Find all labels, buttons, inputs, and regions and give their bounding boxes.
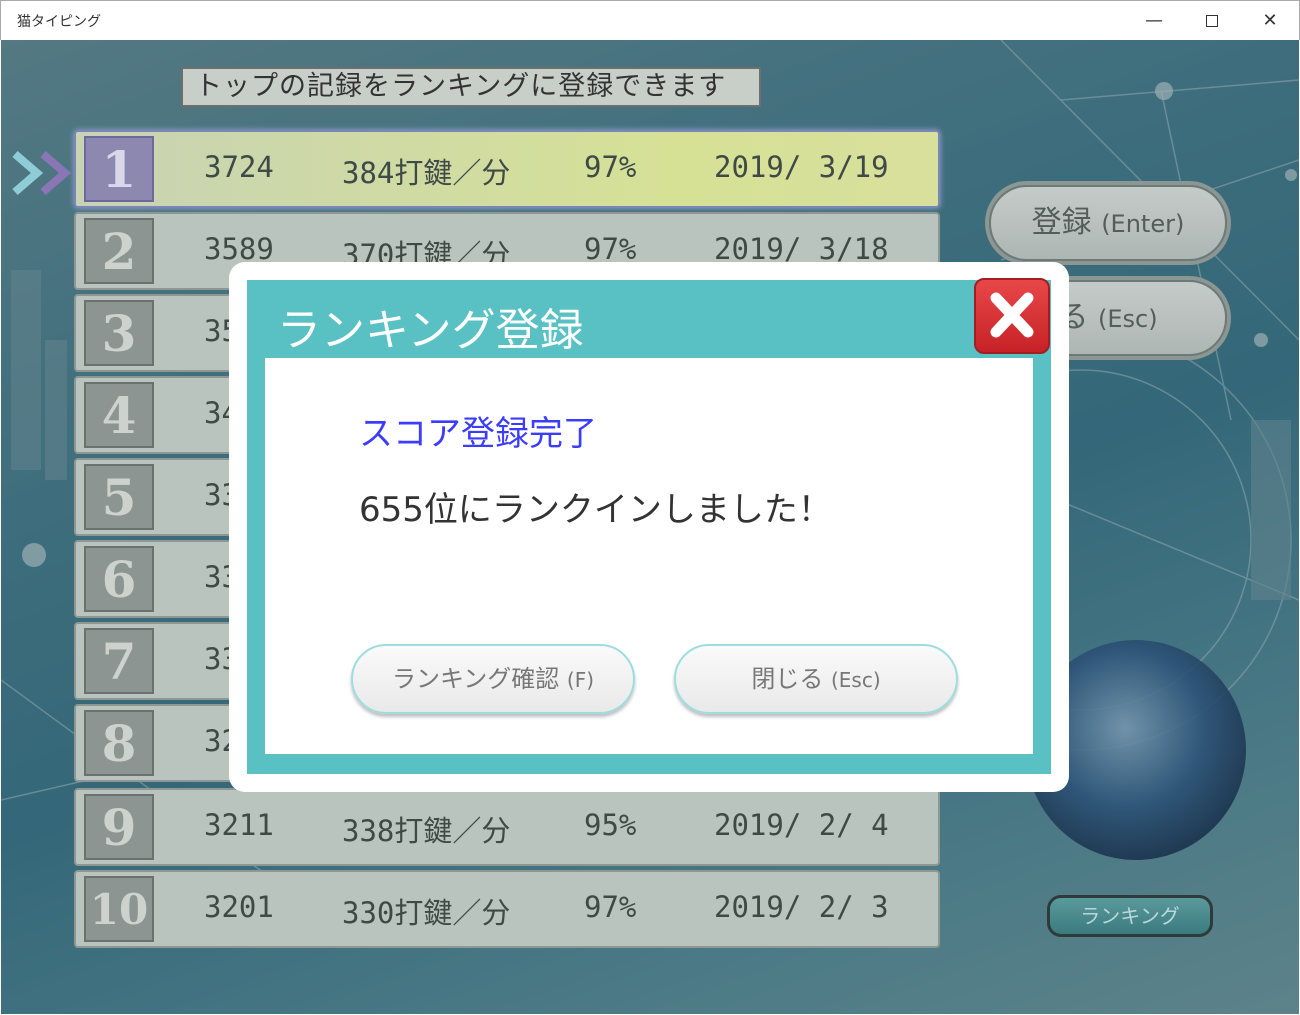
rank-number: 10 bbox=[84, 876, 154, 942]
register-shortcut: (Enter) bbox=[1101, 210, 1185, 238]
rank-number: 3 bbox=[84, 300, 154, 366]
close-icon: ✕ bbox=[1262, 10, 1278, 31]
ranking-row: 1 3724 384打鍵／分 97% 2019/ 3/19 bbox=[74, 130, 940, 208]
ranking-row: 10 3201 330打鍵／分 97% 2019/ 2/ 3 bbox=[74, 870, 940, 948]
score: 3724 bbox=[204, 150, 274, 184]
ranking-dialog: ランキング登録 スコア登録完了 655位にランクインしました！ ランキング確認 … bbox=[229, 262, 1069, 792]
dialog-close-label: 閉じる bbox=[751, 665, 824, 693]
maximize-button[interactable] bbox=[1183, 1, 1241, 41]
dialog-title: ランキング登録 bbox=[277, 305, 584, 356]
window-titlebar: 猫タイピング — ✕ bbox=[0, 0, 1300, 40]
window-close-button[interactable]: ✕ bbox=[1241, 1, 1299, 41]
ranking-row: 9 3211 338打鍵／分 95% 2019/ 2/ 4 bbox=[74, 788, 940, 866]
score: 3589 bbox=[204, 232, 274, 266]
ranking-confirm-label: ランキング確認 bbox=[391, 665, 560, 693]
score: 3211 bbox=[204, 808, 274, 842]
date: 2019/ 2/ 4 bbox=[714, 808, 889, 842]
rank-number: 6 bbox=[84, 546, 154, 612]
minimize-button[interactable]: — bbox=[1125, 1, 1183, 41]
page-heading: トップの記録をランキングに登録できます bbox=[181, 67, 761, 107]
dialog-frame: ランキング登録 スコア登録完了 655位にランクインしました！ ランキング確認 … bbox=[247, 280, 1051, 774]
close-x-icon bbox=[990, 292, 1034, 338]
minimize-icon: — bbox=[1145, 10, 1163, 31]
date: 2019/ 3/18 bbox=[714, 232, 889, 266]
dialog-heading: スコア登録完了 bbox=[359, 414, 597, 454]
dialog-close-button[interactable]: 閉じる (Esc) bbox=[674, 644, 958, 714]
rank-number: 7 bbox=[84, 628, 154, 694]
dialog-close-x-button[interactable] bbox=[974, 278, 1050, 354]
rank-number: 4 bbox=[84, 382, 154, 448]
register-label: 登録 bbox=[1031, 205, 1092, 240]
typing-speed: 384打鍵／分 bbox=[342, 156, 511, 190]
dialog-close-shortcut: (Esc) bbox=[830, 668, 881, 692]
date: 2019/ 2/ 3 bbox=[714, 890, 889, 924]
rank-number: 9 bbox=[84, 794, 154, 860]
ranking-confirm-shortcut: (F) bbox=[566, 668, 595, 692]
date: 2019/ 3/19 bbox=[714, 150, 889, 184]
dialog-body: スコア登録完了 655位にランクインしました！ ランキング確認 (F) 閉じる … bbox=[265, 358, 1033, 754]
score: 3201 bbox=[204, 890, 274, 924]
rank-number: 5 bbox=[84, 464, 154, 530]
background-close-shortcut: (Esc) bbox=[1097, 305, 1158, 333]
dialog-message: 655位にランクインしました！ bbox=[359, 490, 832, 530]
typing-speed: 338打鍵／分 bbox=[342, 814, 511, 848]
accuracy: 97% bbox=[584, 232, 637, 266]
rank-number: 2 bbox=[84, 218, 154, 284]
maximize-icon bbox=[1206, 15, 1218, 27]
window-title: 猫タイピング bbox=[17, 14, 101, 30]
rank-number: 1 bbox=[84, 136, 154, 202]
rank-number: 8 bbox=[84, 710, 154, 776]
ranking-confirm-button[interactable]: ランキング確認 (F) bbox=[351, 644, 635, 714]
current-rank-arrow-icon bbox=[12, 150, 72, 196]
register-button[interactable]: 登録 (Enter) bbox=[989, 185, 1227, 261]
accuracy: 97% bbox=[584, 890, 637, 924]
accuracy: 95% bbox=[584, 808, 637, 842]
accuracy: 97% bbox=[584, 150, 637, 184]
ranking-button[interactable]: ランキング bbox=[1047, 895, 1213, 937]
typing-speed: 330打鍵／分 bbox=[342, 896, 511, 930]
